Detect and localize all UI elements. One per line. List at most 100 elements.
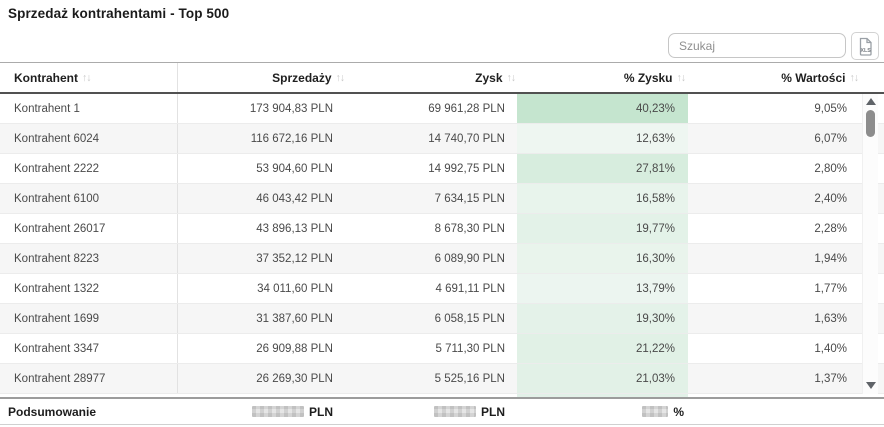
table-row[interactable]: Kontrahent 1 173 904,83 PLN 69 961,28 PL… [0,94,884,124]
cell-sprzedazy: 26 909,88 PLN [178,334,347,363]
cell-sprzedazy: 43 896,13 PLN [178,214,347,243]
cell-zysk: 8 678,30 PLN [347,214,517,243]
cell-sprzedazy: 34 011,60 PLN [178,274,347,303]
cell-sprzedazy: 37 352,12 PLN [178,244,347,273]
table-body: Kontrahent 1 173 904,83 PLN 69 961,28 PL… [0,94,884,394]
header-cell-zysk-pct[interactable]: % Zysku ↑↓ [517,63,688,92]
scroll-up-icon[interactable] [866,98,876,105]
cell-sprzedazy: 116 672,16 PLN [178,124,347,153]
table-row[interactable]: Kontrahent 3347 26 909,88 PLN 5 711,30 P… [0,334,884,364]
cell-wartosci-pct: 2,80% [688,154,862,183]
summary-unit: % [673,405,684,419]
cell-wartosci-pct: 1,40% [688,334,862,363]
cell-wartosci-pct: 2,28% [688,214,862,243]
cell-zysk: 14 740,70 PLN [347,124,517,153]
cell-wartosci-pct: 2,40% [688,184,862,213]
sort-icon[interactable]: ↑↓ [507,72,516,84]
table-row[interactable]: Kontrahent 1322 34 011,60 PLN 4 691,11 P… [0,274,884,304]
redacted-value [252,406,304,417]
cell-kontrahent: Kontrahent 28977 [0,364,178,393]
cell-zysk-pct-heatmap: 12,63% [517,124,688,153]
table-row[interactable]: Kontrahent 2222 53 904,60 PLN 14 992,75 … [0,154,884,184]
redacted-value [434,406,476,417]
search-input[interactable] [668,33,846,58]
summary-unit: PLN [481,405,505,419]
report-widget: Sprzedaż kontrahentami - Top 500 XLS Kon… [0,0,884,427]
table-row[interactable]: Kontrahent 8223 37 352,12 PLN 6 089,90 P… [0,244,884,274]
cell-kontrahent: Kontrahent 8223 [0,244,178,273]
svg-text:XLS: XLS [860,48,871,54]
redacted-value [642,406,668,417]
cell-zysk: 5 711,30 PLN [347,334,517,363]
cell-sprzedazy: 173 904,83 PLN [178,94,347,123]
file-xls-icon: XLS [857,37,874,56]
summary-zysk-pct: % [517,399,688,424]
header-label: % Wartości [781,71,845,85]
sort-icon[interactable]: ↑↓ [82,72,91,84]
cell-sprzedazy: 46 043,42 PLN [178,184,347,213]
header-label: Sprzedaży [272,71,331,85]
cell-kontrahent: Kontrahent 6024 [0,124,178,153]
table-row[interactable]: Kontrahent 26017 43 896,13 PLN 8 678,30 … [0,214,884,244]
cell-kontrahent: Kontrahent 26017 [0,214,178,243]
summary-label: Podsumowanie [0,399,178,424]
sort-icon[interactable]: ↑↓ [336,72,345,84]
cell-sprzedazy: 31 387,60 PLN [178,304,347,333]
summary-row: Podsumowanie PLN PLN % [0,397,884,425]
table-row[interactable]: Kontrahent 1699 31 387,60 PLN 6 058,15 P… [0,304,884,334]
sort-icon[interactable]: ↑↓ [677,72,686,84]
table-row[interactable]: Kontrahent 6024 116 672,16 PLN 14 740,70… [0,124,884,154]
header-label: % Zysku [624,71,673,85]
heatmap-cell-sliver [517,394,688,397]
summary-unit: PLN [309,405,333,419]
header-cell-wartosci-pct[interactable]: % Wartości ↑↓ [688,63,862,92]
cell-zysk: 6 089,90 PLN [347,244,517,273]
header-label: Zysk [475,71,502,85]
cell-zysk: 4 691,11 PLN [347,274,517,303]
cell-zysk-pct-heatmap: 19,77% [517,214,688,243]
cell-zysk-pct-heatmap: 19,30% [517,304,688,333]
scroll-down-icon[interactable] [866,382,876,389]
header-cell-zysk[interactable]: Zysk ↑↓ [347,63,517,92]
header-cell-sprzedazy[interactable]: Sprzedaży ↑↓ [178,63,347,92]
cell-wartosci-pct: 9,05% [688,94,862,123]
vertical-scrollbar[interactable] [862,94,878,394]
table-header: Kontrahent ↑↓ Sprzedaży ↑↓ Zysk ↑↓ % Zys… [0,62,884,94]
cell-zysk: 6 058,15 PLN [347,304,517,333]
cell-kontrahent: Kontrahent 1699 [0,304,178,333]
cell-kontrahent: Kontrahent 1322 [0,274,178,303]
cell-zysk-pct-heatmap: 27,81% [517,154,688,183]
cell-kontrahent: Kontrahent 2222 [0,154,178,183]
cell-zysk: 5 525,16 PLN [347,364,517,393]
cell-zysk-pct-heatmap: 21,22% [517,334,688,363]
cell-zysk-pct-heatmap: 16,30% [517,244,688,273]
header-cell-kontrahent[interactable]: Kontrahent ↑↓ [0,63,178,92]
cell-zysk: 69 961,28 PLN [347,94,517,123]
cell-kontrahent: Kontrahent 3347 [0,334,178,363]
table-row[interactable]: Kontrahent 28977 26 269,30 PLN 5 525,16 … [0,364,884,394]
cell-wartosci-pct: 1,63% [688,304,862,333]
sort-icon[interactable]: ↑↓ [850,72,859,84]
cell-zysk: 7 634,15 PLN [347,184,517,213]
cell-zysk: 14 992,75 PLN [347,154,517,183]
cell-zysk-pct-heatmap: 16,58% [517,184,688,213]
cell-wartosci-pct: 6,07% [688,124,862,153]
partial-next-row [0,394,884,397]
cell-zysk-pct-heatmap: 13,79% [517,274,688,303]
cell-kontrahent: Kontrahent 6100 [0,184,178,213]
summary-zysk: PLN [347,399,517,424]
contractors-table: Kontrahent ↑↓ Sprzedaży ↑↓ Zysk ↑↓ % Zys… [0,62,884,425]
cell-wartosci-pct: 1,37% [688,364,862,393]
cell-kontrahent: Kontrahent 1 [0,94,178,123]
cell-sprzedazy: 53 904,60 PLN [178,154,347,183]
xls-export-button[interactable]: XLS [851,32,879,60]
summary-sprzedazy: PLN [178,399,347,424]
page-title: Sprzedaż kontrahentami - Top 500 [8,6,229,21]
cell-zysk-pct-heatmap: 21,03% [517,364,688,393]
scrollbar-thumb[interactable] [866,110,875,137]
cell-zysk-pct-heatmap: 40,23% [517,94,688,123]
cell-sprzedazy: 26 269,30 PLN [178,364,347,393]
cell-wartosci-pct: 1,94% [688,244,862,273]
table-row[interactable]: Kontrahent 6100 46 043,42 PLN 7 634,15 P… [0,184,884,214]
header-label: Kontrahent [14,71,78,85]
